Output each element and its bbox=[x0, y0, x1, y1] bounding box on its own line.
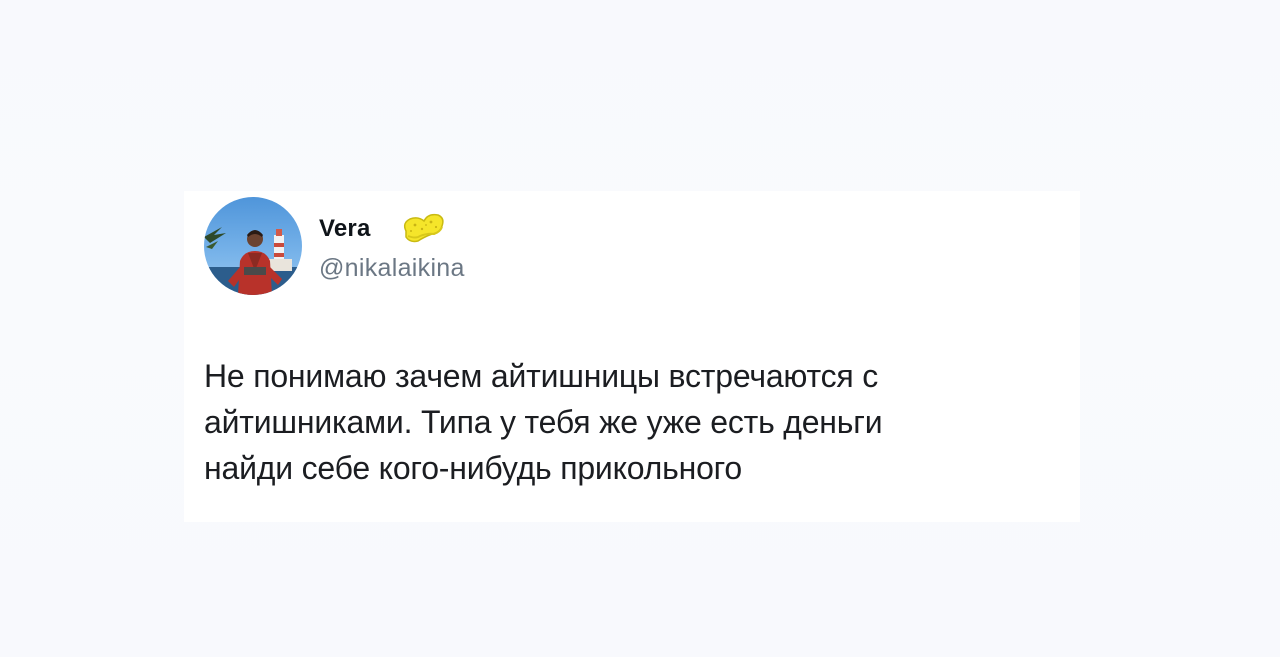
tweet-text-line: найди себе кого-нибудь прикольного bbox=[204, 450, 743, 486]
user-handle[interactable]: @nikalaikina bbox=[319, 253, 465, 283]
tweet-text-line: Не понимаю зачем айтишницы встречаются с bbox=[204, 358, 879, 394]
tweet-text: Не понимаю зачем айтишницы встречаются с… bbox=[204, 353, 1064, 491]
tweet-text-line: айтишниками. Типа у тебя же уже есть ден… bbox=[204, 404, 883, 440]
avatar-photo bbox=[204, 197, 302, 295]
display-name[interactable]: Vera bbox=[319, 215, 371, 243]
avatar[interactable] bbox=[204, 197, 302, 295]
sponge-icon bbox=[403, 213, 444, 243]
tweet-card[interactable]: Vera @nikalaikina Не понимаю зачем айтиш… bbox=[184, 191, 1080, 522]
